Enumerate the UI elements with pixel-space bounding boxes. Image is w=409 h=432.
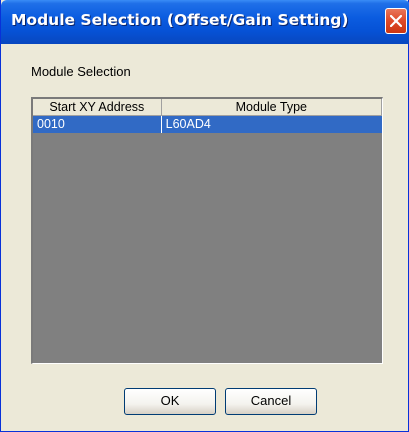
ok-button[interactable]: OK [124, 388, 216, 415]
dialog-window: Module Selection (Offset/Gain Setting) M… [0, 0, 409, 432]
module-selection-label: Module Selection [31, 64, 131, 79]
table-row[interactable]: 0010 L60AD4 [33, 116, 382, 133]
close-icon [390, 15, 402, 27]
column-header-start-xy-address[interactable]: Start XY Address [33, 99, 162, 116]
cell-start-xy-address: 0010 [33, 116, 162, 133]
module-list[interactable]: Start XY Address Module Type 0010 L60AD4 [31, 97, 383, 364]
window-title: Module Selection (Offset/Gain Setting) [11, 11, 349, 29]
cell-module-type: L60AD4 [165, 117, 211, 131]
title-bar[interactable]: Module Selection (Offset/Gain Setting) [1, 0, 409, 44]
list-header: Start XY Address Module Type [33, 99, 382, 116]
cancel-button[interactable]: Cancel [225, 388, 317, 415]
column-header-module-type[interactable]: Module Type [161, 99, 382, 116]
close-button[interactable] [385, 8, 407, 34]
